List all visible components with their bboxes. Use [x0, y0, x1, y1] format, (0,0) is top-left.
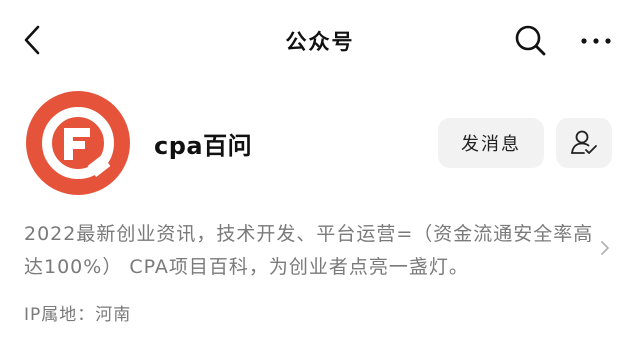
user-check-icon	[571, 130, 597, 154]
account-avatar[interactable]	[26, 91, 130, 195]
send-message-button[interactable]: 发消息	[438, 118, 544, 168]
chevron-right-icon[interactable]	[598, 238, 612, 258]
top-navigation-bar: 公众号	[0, 0, 640, 80]
ip-location: IP属地：河南	[24, 305, 132, 325]
orange-circle-logo	[26, 91, 130, 195]
follow-button[interactable]	[556, 118, 612, 168]
search-icon	[515, 25, 546, 56]
account-name: cpa百问	[154, 132, 253, 160]
more-horizontal-icon	[581, 38, 611, 44]
search-button[interactable]	[512, 22, 548, 58]
account-introduction[interactable]: 2022最新创业资讯，技术开发、平台运营=（资金流通安全率高达100%） CPA…	[24, 218, 596, 284]
more-options-button[interactable]	[576, 22, 616, 58]
